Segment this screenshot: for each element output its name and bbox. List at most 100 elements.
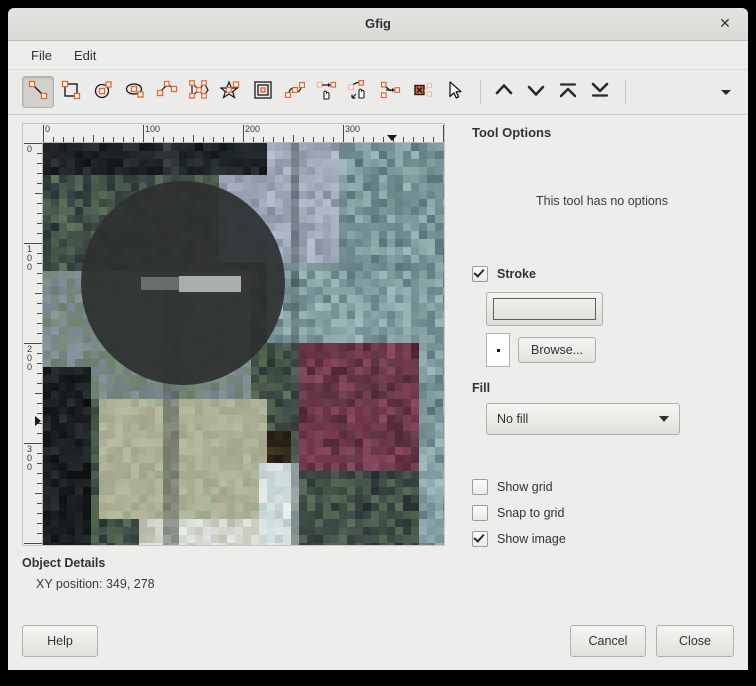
tool-create-arc[interactable] <box>152 77 182 107</box>
ruler-tick <box>423 137 424 142</box>
delete-object-icon <box>412 79 434 106</box>
tool-select-object[interactable] <box>440 77 470 107</box>
line-icon <box>27 79 49 106</box>
tool-create-polygon[interactable] <box>184 77 214 107</box>
menu-file[interactable]: File <box>20 45 63 66</box>
tool-create-spiral[interactable] <box>248 77 278 107</box>
tool-lower-object[interactable] <box>521 77 551 107</box>
checkbox-stroke[interactable]: Stroke <box>472 266 732 282</box>
tool-create-line[interactable] <box>22 76 54 108</box>
chevron-down-icon <box>525 79 547 106</box>
ruler-tick <box>37 513 42 514</box>
ruler-label: 0 <box>26 144 32 154</box>
ruler-tick <box>37 223 42 224</box>
ruler-tick <box>37 463 42 464</box>
tool-move-object[interactable] <box>312 77 342 107</box>
checkbox-show-image[interactable]: Show image <box>472 531 732 547</box>
ruler-tick <box>37 323 42 324</box>
move-point-icon <box>348 79 370 106</box>
tool-options-title: Tool Options <box>472 125 552 140</box>
ruler-tick <box>37 283 42 284</box>
chevron-down-bar-icon <box>589 79 611 106</box>
ruler-tick <box>443 125 444 142</box>
show-grid-checkbox-box <box>472 479 488 495</box>
overflow-caret-icon[interactable] <box>718 84 734 100</box>
ruler-label: 200 <box>245 124 261 134</box>
ruler-tick <box>233 137 234 142</box>
ruler-tick <box>183 137 184 142</box>
tool-move-point[interactable] <box>344 77 374 107</box>
ruler-tick <box>35 493 42 494</box>
object-details-title: Object Details <box>22 556 106 570</box>
tool-delete-object[interactable] <box>408 77 438 107</box>
gfig-canvas[interactable]: 0 100 200 300 0 100 200 300 <box>22 123 445 546</box>
fill-dropdown[interactable]: No fill <box>486 403 680 435</box>
object-details-xy-position: XY position: 349, 278 <box>22 577 462 591</box>
star-icon <box>219 79 242 106</box>
ruler-label: 100 <box>145 124 161 134</box>
ruler-tick <box>193 135 194 142</box>
ruler-tick <box>373 137 374 142</box>
ruler-tick <box>37 503 42 504</box>
stroke-label: Stroke <box>497 267 536 281</box>
ruler-tick <box>37 233 42 234</box>
tool-create-ellipse[interactable] <box>120 77 150 107</box>
ruler-tick <box>63 137 64 142</box>
tool-raise-to-top[interactable] <box>553 77 583 107</box>
ruler-label: 300 <box>26 444 32 472</box>
ruler-tick <box>383 137 384 142</box>
ruler-tick <box>213 137 214 142</box>
image-preview[interactable] <box>43 143 444 545</box>
ruler-tick <box>363 137 364 142</box>
ruler-tick <box>273 137 274 142</box>
ruler-tick <box>37 203 42 204</box>
checkbox-snap-to-grid[interactable]: Snap to grid <box>472 505 732 521</box>
tool-create-circle[interactable] <box>88 77 118 107</box>
ruler-tick <box>353 137 354 142</box>
ruler-tick <box>37 183 42 184</box>
fill-label: Fill <box>472 381 491 395</box>
brush-preview-button[interactable] <box>486 333 510 367</box>
object-details-section: Object Details XY position: 349, 278 <box>22 556 462 591</box>
ruler-tick <box>37 263 42 264</box>
tool-create-bezier[interactable] <box>280 77 310 107</box>
ruler-tick <box>37 483 42 484</box>
window-title: Gfig <box>365 16 391 31</box>
tool-create-star[interactable] <box>216 77 246 107</box>
vertical-position-marker <box>35 416 41 426</box>
ruler-tick <box>37 213 42 214</box>
ruler-tick <box>35 193 42 194</box>
cancel-button[interactable]: Cancel <box>570 625 646 657</box>
close-window-button[interactable]: ✕ <box>712 8 738 39</box>
ruler-tick <box>403 137 404 142</box>
browse-brush-button[interactable]: Browse... <box>518 337 597 363</box>
ruler-corner <box>23 124 43 143</box>
tool-copy-object[interactable] <box>376 77 406 107</box>
close-button[interactable]: Close <box>656 625 734 657</box>
ruler-tick <box>203 137 204 142</box>
ruler-tick <box>37 453 42 454</box>
ruler-tick <box>113 137 114 142</box>
stroke-color-button[interactable] <box>486 292 603 326</box>
polygon-icon <box>188 79 210 106</box>
checkbox-show-grid[interactable]: Show grid <box>472 479 732 495</box>
show-image-checkbox-box <box>472 531 488 547</box>
chevron-up-bar-icon <box>557 79 579 106</box>
tool-create-rectangle[interactable] <box>56 77 86 107</box>
toolbar-separator-2 <box>625 80 626 104</box>
chevron-down-icon <box>659 416 669 422</box>
help-button[interactable]: Help <box>22 625 98 657</box>
ruler-tick <box>37 523 42 524</box>
menu-edit[interactable]: Edit <box>63 45 107 66</box>
ruler-tick <box>433 137 434 142</box>
ruler-tick <box>303 137 304 142</box>
arc-icon <box>156 79 178 106</box>
copy-object-icon <box>380 79 402 106</box>
ruler-tick <box>53 137 54 142</box>
ruler-tick <box>283 137 284 142</box>
tool-lower-to-bottom[interactable] <box>585 77 615 107</box>
show-grid-label: Show grid <box>497 480 553 494</box>
brush-dot-icon <box>496 348 500 352</box>
tool-raise-object[interactable] <box>489 77 519 107</box>
ruler-tick <box>173 137 174 142</box>
